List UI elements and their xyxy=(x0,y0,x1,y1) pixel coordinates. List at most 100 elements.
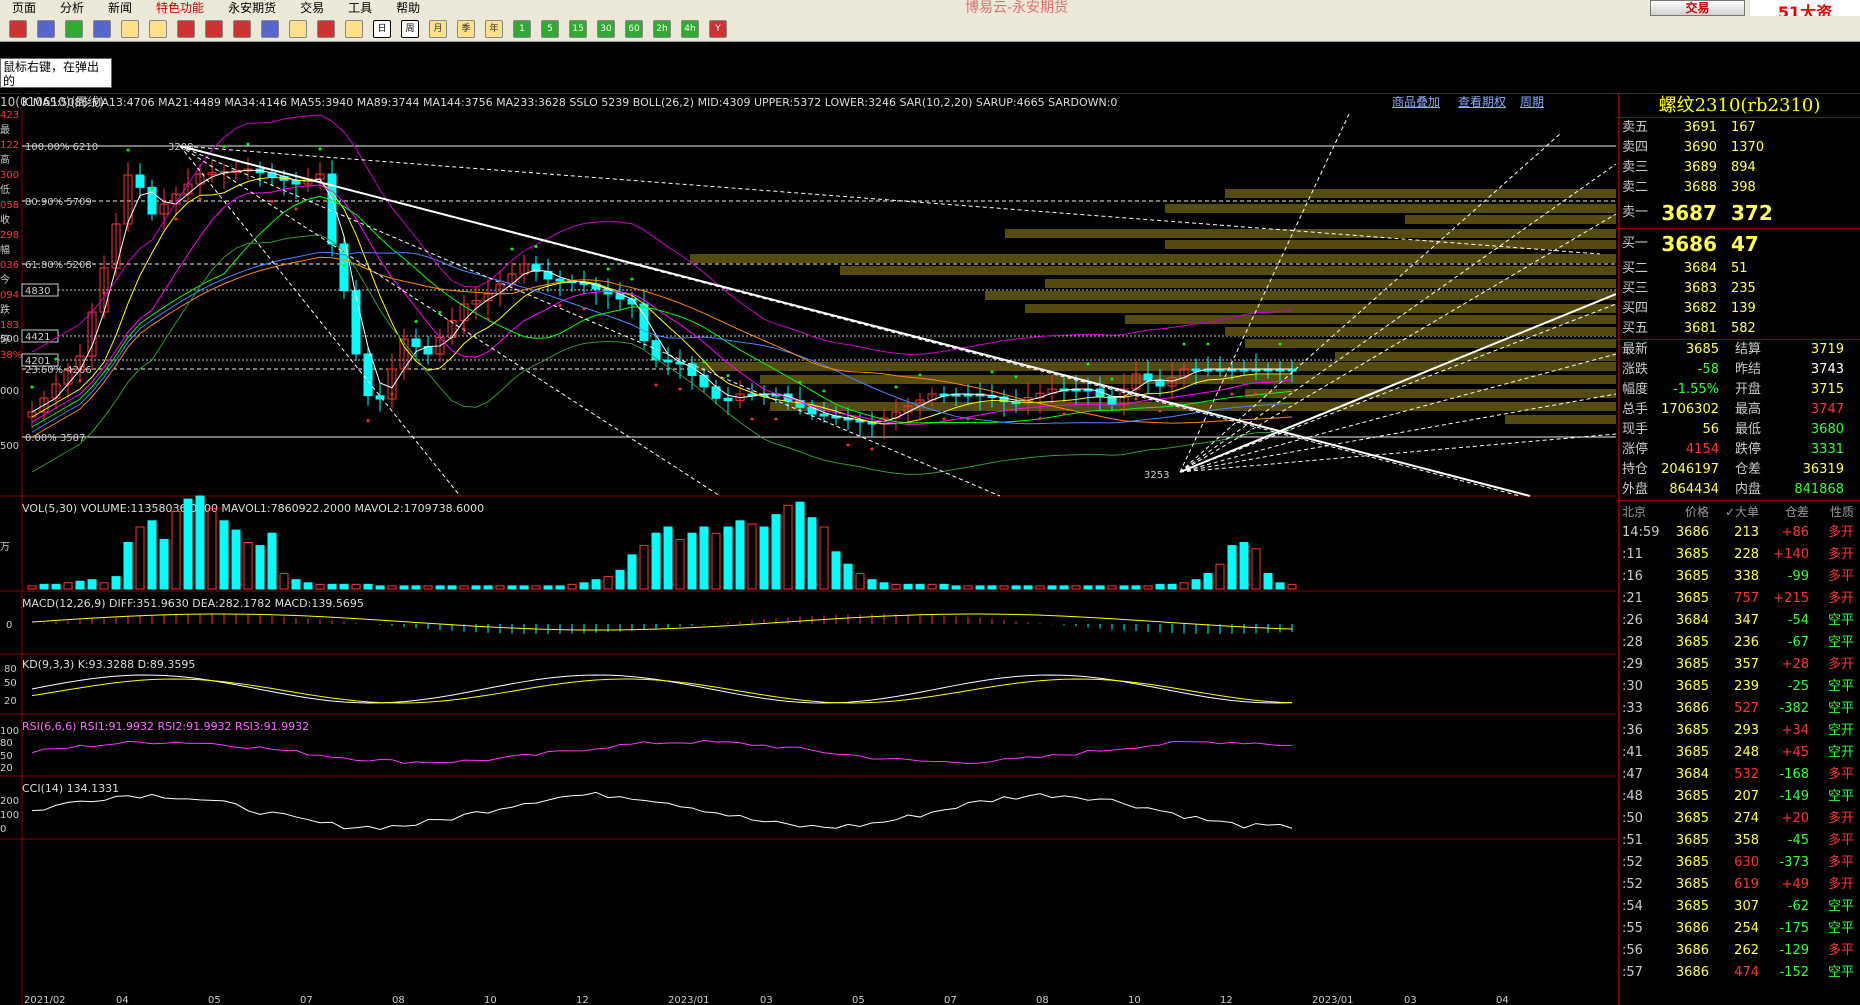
min5-icon[interactable]: 5 xyxy=(541,19,559,38)
menu-yongan[interactable]: 永安期货 xyxy=(216,0,288,16)
volume-bar xyxy=(183,498,193,590)
toolbar: 日周月季年 1 5 15 30 60 2h 4h Y xyxy=(0,16,1860,42)
bold-icon[interactable] xyxy=(205,19,223,38)
cci-tick: 200 xyxy=(0,796,19,807)
volume-bar xyxy=(1023,585,1033,590)
chart-area[interactable]: 10(010610)(周线) 商品叠加 查看期权 周期 K MA5:5086 M… xyxy=(0,94,1616,1005)
sar-dot xyxy=(558,304,562,308)
volume-bar xyxy=(423,585,433,590)
volume-bar xyxy=(675,538,685,590)
volume-bar xyxy=(459,585,469,590)
min1-icon[interactable]: 1 xyxy=(513,19,531,38)
volume-bar xyxy=(951,585,961,590)
ask-row: 卖三 3689 894 xyxy=(1622,160,1756,175)
line-icon[interactable] xyxy=(317,19,335,38)
tick-row: :52 3685 630 -373 多平 xyxy=(1622,855,1854,870)
volume-bar xyxy=(399,585,409,590)
volume-bar xyxy=(471,585,481,590)
left-axis-label: 058 xyxy=(0,200,19,211)
volume-bar xyxy=(231,529,241,590)
zoom-in-icon[interactable] xyxy=(121,19,139,38)
menu-analysis[interactable]: 分析 xyxy=(48,0,96,16)
custom-icon[interactable]: 4h xyxy=(681,19,699,38)
sar-dot xyxy=(486,317,490,321)
min15-icon[interactable]: 15 xyxy=(569,19,587,38)
x-tick: 05 xyxy=(208,995,221,1005)
month-icon[interactable]: 月 xyxy=(429,19,447,38)
volume-bar xyxy=(543,585,553,590)
contract-title: 螺纹2310(rb2310) xyxy=(1619,94,1860,118)
day-icon[interactable]: 日 xyxy=(373,19,391,38)
list-icon[interactable] xyxy=(37,19,55,38)
volume-bar xyxy=(843,563,853,590)
menu-news[interactable]: 新闻 xyxy=(96,0,144,16)
kd-tick: 80 xyxy=(4,664,17,675)
candle xyxy=(819,413,829,417)
volume-bar xyxy=(1239,542,1249,590)
volume-bar xyxy=(279,573,289,590)
volume-bar xyxy=(531,585,541,590)
sar-dot xyxy=(822,389,826,393)
trade-button[interactable]: 交易 xyxy=(1650,0,1745,16)
candle xyxy=(639,303,649,342)
cci-line xyxy=(31,791,1293,831)
menu-trade[interactable]: 交易 xyxy=(288,0,336,16)
volume-bar xyxy=(387,585,397,590)
sar-dot xyxy=(30,385,34,389)
tick-list[interactable]: 14:59 3686 213 +86 多开:11 3685 228 +140 多开:16 3685… xyxy=(1619,522,1860,984)
kline-icon[interactable] xyxy=(345,19,363,38)
volume-bar xyxy=(867,579,877,590)
filter-icon[interactable] xyxy=(233,19,251,38)
sar-dot xyxy=(270,200,274,203)
min30-icon[interactable]: 30 xyxy=(597,19,615,38)
menu-help[interactable]: 帮助 xyxy=(384,0,432,16)
volume-bar xyxy=(711,532,721,590)
menu-page[interactable]: 页面 xyxy=(0,0,48,16)
volume-bar xyxy=(795,501,805,590)
volume-bar xyxy=(651,532,661,590)
tick-row: :30 3685 239 -25 空平 xyxy=(1622,679,1854,694)
calc-icon[interactable]: Y xyxy=(709,19,727,38)
min60-icon[interactable]: 60 xyxy=(625,19,643,38)
left-axis-label: 低 xyxy=(0,183,10,196)
zoom-out-icon[interactable] xyxy=(149,19,167,38)
volume-bar xyxy=(663,526,673,590)
volume-bar xyxy=(39,583,49,590)
left-axis-label: 298 xyxy=(0,230,19,241)
volume-bar xyxy=(747,523,757,590)
sar-dot xyxy=(414,320,418,323)
volume-profile-bar xyxy=(1225,327,1616,336)
refresh-icon[interactable] xyxy=(65,19,83,38)
sar-dot xyxy=(534,245,538,248)
news-icon[interactable] xyxy=(93,19,111,38)
volume-profile-bar xyxy=(1405,215,1616,224)
menu-tools[interactable]: 工具 xyxy=(336,0,384,16)
sar-dot xyxy=(1110,377,1114,381)
min240-icon[interactable]: 2h xyxy=(653,19,671,38)
volume-bar xyxy=(1155,583,1165,590)
fan-line xyxy=(1179,133,1561,473)
volume-bar xyxy=(495,585,505,590)
kline-chart[interactable]: K MA5:5086 MA13:4706 MA21:4489 MA34:4146… xyxy=(0,94,1616,1005)
volume-bar xyxy=(855,573,865,590)
home-icon[interactable] xyxy=(9,19,27,38)
left-axis-label: 036 xyxy=(0,260,19,271)
tick-row: :57 3686 474 -152 空平 xyxy=(1622,965,1854,980)
volume-bar xyxy=(27,585,37,590)
volume-profile-bar xyxy=(1245,339,1616,348)
stat-row: 幅度 -1.55% 开盘 3715 xyxy=(1622,382,1844,397)
season-icon[interactable]: 季 xyxy=(457,19,475,38)
pen-icon[interactable] xyxy=(177,19,195,38)
week-icon[interactable]: 周 xyxy=(401,19,419,38)
volume-profile-bar xyxy=(1335,352,1616,361)
year-icon[interactable]: 年 xyxy=(485,19,503,38)
sar-dot xyxy=(294,207,298,211)
sar-dot xyxy=(966,417,970,421)
table-icon[interactable] xyxy=(289,19,307,38)
grid-icon[interactable] xyxy=(261,19,279,38)
volume-bar xyxy=(1071,585,1081,590)
sar-dot xyxy=(1062,412,1066,416)
volume-bar xyxy=(195,495,205,590)
volume-bar xyxy=(1191,579,1201,590)
menu-features[interactable]: 特色功能 xyxy=(144,0,216,16)
